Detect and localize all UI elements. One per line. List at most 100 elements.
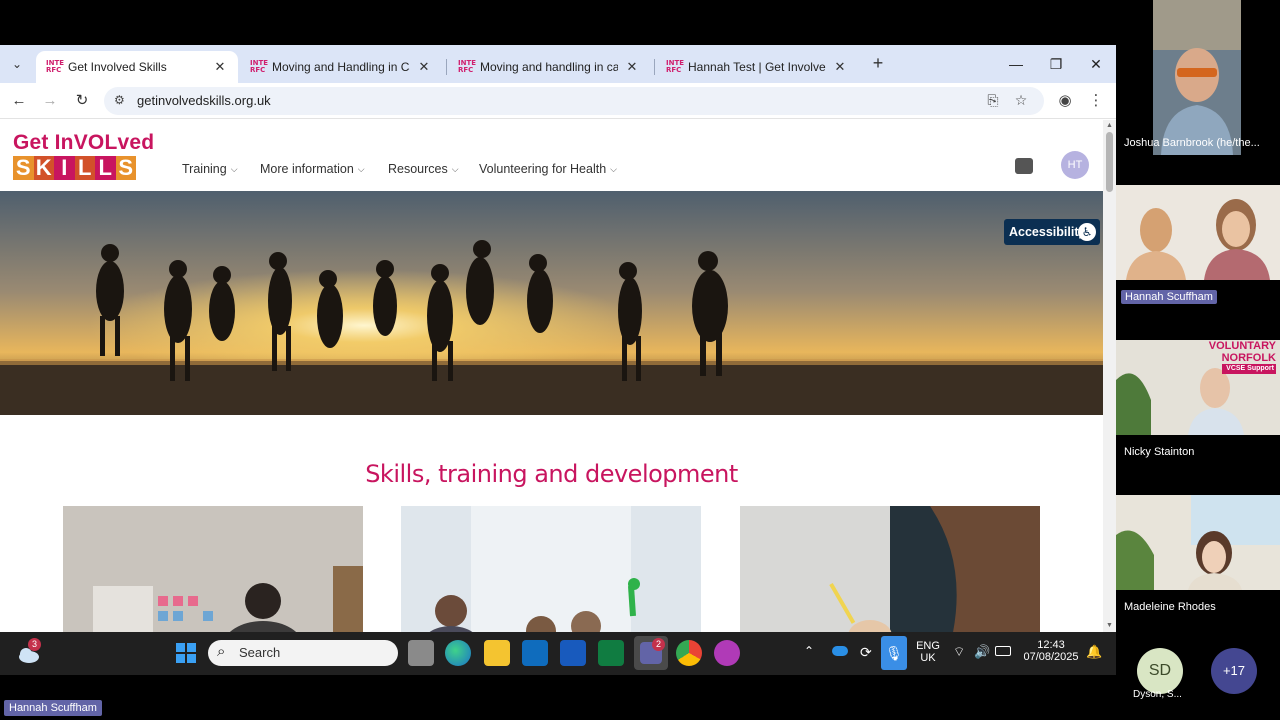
- tab-moving-handling-2[interactable]: INTERFC Moving and handling in care: A ✕: [448, 51, 650, 83]
- nav-label: Training: [182, 162, 227, 176]
- clock[interactable]: 12:43 07/08/2025: [1020, 639, 1082, 663]
- outlook-icon[interactable]: [522, 640, 548, 666]
- word-icon[interactable]: [560, 640, 586, 666]
- edge-browser-icon[interactable]: [445, 640, 471, 666]
- windows-taskbar: 3 ⌕ Search 2 ⌃ ⟳ 🎙 ENG UK ⌔ 🔊 12:43 07/0…: [0, 632, 1116, 675]
- close-tab-icon[interactable]: ✕: [624, 59, 640, 75]
- scroll-down-arrow-icon[interactable]: ▼: [1105, 622, 1114, 629]
- browser-window: ⌄ INTE RFC Get Involved Skills ✕ INTE RFC …: [0, 45, 1116, 632]
- close-tab-icon[interactable]: ✕: [832, 59, 848, 75]
- file-explorer-icon[interactable]: [484, 640, 510, 666]
- search-icon: ⌕: [217, 643, 226, 660]
- card-photo-classroom: [401, 506, 701, 632]
- participant-video-hannah[interactable]: [1116, 185, 1280, 280]
- nav-label: More information: [260, 162, 354, 176]
- new-tab-plus-icon[interactable]: +: [868, 53, 888, 73]
- nav-volunteering-for-health[interactable]: Volunteering for Health ⌵: [479, 162, 617, 176]
- page-scrollbar[interactable]: ▲ ▼: [1103, 120, 1116, 632]
- taskbar-search[interactable]: ⌕ Search: [208, 640, 398, 666]
- windows-start-icon[interactable]: [173, 640, 199, 666]
- chevron-down-icon: ⌵: [610, 163, 617, 174]
- scrollbar-thumb[interactable]: [1106, 132, 1113, 192]
- site-favicon-icon: INTE RFC: [458, 59, 477, 74]
- voluntary-norfolk-banner: VOLUNTARY NORFOLK VCSE Support: [1208, 340, 1280, 378]
- reload-icon[interactable]: ↻: [72, 91, 92, 111]
- language-indicator[interactable]: ENG UK: [914, 640, 942, 664]
- logo-letter: S: [115, 156, 136, 180]
- participant-video-madeleine[interactable]: [1116, 495, 1280, 590]
- tab-title: Moving and Handling in Care |: [272, 60, 410, 74]
- card-image-2[interactable]: [401, 506, 701, 632]
- tab-separator: [654, 59, 655, 75]
- tab-moving-handling-1[interactable]: INTERFC Moving and Handling in Care | ✕: [240, 51, 442, 83]
- tab-title: Get Involved Skills: [68, 60, 167, 74]
- search-placeholder: Search: [239, 645, 281, 660]
- close-tab-icon[interactable]: ✕: [212, 59, 228, 75]
- card-image-3[interactable]: [740, 506, 1040, 632]
- accessibility-label: Accessibility: [1009, 225, 1086, 239]
- tab-get-involved-skills[interactable]: INTE RFC Get Involved Skills ✕: [36, 51, 238, 83]
- participant-name: Joshua Barnbrook (he/the...: [1124, 137, 1260, 149]
- close-tab-icon[interactable]: ✕: [416, 59, 432, 75]
- web-page: Get InVOLved S K I L L S Training ⌵ More …: [0, 120, 1103, 632]
- battery-icon[interactable]: [995, 646, 1011, 656]
- microphone-icon[interactable]: 🎙: [881, 636, 907, 670]
- lang-line1: ENG: [916, 640, 940, 652]
- sync-icon[interactable]: ⟳: [860, 644, 872, 661]
- volume-icon[interactable]: 🔊: [974, 644, 990, 660]
- restore-icon[interactable]: ❐: [1044, 53, 1068, 75]
- card-image-1[interactable]: [63, 506, 363, 632]
- chrome-icon[interactable]: [676, 640, 702, 666]
- tab-search-chevron-icon[interactable]: ⌄: [6, 53, 28, 75]
- excel-icon[interactable]: [598, 640, 624, 666]
- notifications-bell-icon[interactable]: 🔔: [1086, 644, 1102, 660]
- show-hidden-icons-chevron-icon[interactable]: ⌃: [804, 644, 814, 658]
- task-view-icon[interactable]: [408, 640, 434, 666]
- hero-banner: [0, 191, 1103, 415]
- basket-icon[interactable]: [1015, 158, 1033, 174]
- participant-video-joshua[interactable]: [1153, 0, 1241, 155]
- participant-avatar-hannah: [1116, 185, 1280, 280]
- chevron-down-icon: ⌵: [230, 163, 238, 174]
- url-text: getinvolvedskills.org.uk: [137, 93, 271, 108]
- nav-training[interactable]: Training ⌵: [182, 162, 238, 176]
- user-avatar[interactable]: HT: [1061, 151, 1089, 179]
- participant-name: Nicky Stainton: [1124, 446, 1195, 458]
- card-photo-writing: [740, 506, 1040, 632]
- presenter-name-tag: Hannah Scuffham: [4, 700, 102, 716]
- nav-label: Resources: [388, 162, 448, 176]
- logo-line1: Get InVOLved: [13, 131, 155, 154]
- nav-more-information[interactable]: More information ⌵: [260, 162, 365, 176]
- more-participants-button[interactable]: +17: [1211, 648, 1257, 694]
- participant-video-nicky[interactable]: VOLUNTARY NORFOLK VCSE Support: [1116, 340, 1280, 435]
- accessibility-button[interactable]: Accessibility ♿: [1004, 219, 1100, 245]
- window-close-icon[interactable]: ✕: [1084, 53, 1108, 75]
- tab-hannah-test[interactable]: INTERFC Hannah Test | Get Involved Skil …: [656, 51, 858, 83]
- site-logo[interactable]: Get InVOLved S K I L L S: [13, 132, 158, 184]
- bookmark-star-icon[interactable]: ☆: [1012, 92, 1030, 110]
- address-bar[interactable]: ⚙ getinvolvedskills.org.uk ⎘ ☆: [104, 87, 1044, 115]
- wifi-icon[interactable]: ⌔: [953, 644, 965, 660]
- lang-line2: UK: [920, 652, 936, 664]
- screen: ⌄ INTE RFC Get Involved Skills ✕ INTE RFC …: [0, 0, 1280, 720]
- teams-badge: 2: [652, 638, 665, 651]
- nav-resources[interactable]: Resources ⌵: [388, 162, 459, 176]
- minimize-icon[interactable]: —: [1004, 53, 1028, 75]
- logo-letter: L: [74, 156, 95, 180]
- site-settings-icon[interactable]: ⚙: [114, 93, 128, 107]
- more-menu-icon[interactable]: ⋮: [1086, 91, 1106, 111]
- site-favicon-icon: INTE RFC: [666, 59, 685, 74]
- banner-line3: VCSE Support: [1222, 364, 1276, 374]
- clock-date: 07/08/2025: [1023, 651, 1079, 663]
- install-app-icon[interactable]: ⎘: [984, 92, 1002, 110]
- site-favicon-icon: INTE RFC: [250, 59, 269, 74]
- back-arrow-icon[interactable]: ←: [9, 91, 29, 111]
- forward-arrow-icon[interactable]: →: [40, 91, 60, 111]
- power-app-icon[interactable]: [714, 640, 740, 666]
- profile-icon[interactable]: ◉: [1055, 91, 1075, 111]
- participant-name-highlighted: Hannah Scuffham: [1121, 290, 1217, 304]
- participant-name: Madeleine Rhodes: [1124, 601, 1216, 613]
- overflow-participant-avatar[interactable]: SD: [1137, 648, 1183, 694]
- onedrive-cloud-icon[interactable]: [832, 646, 848, 656]
- scroll-up-arrow-icon[interactable]: ▲: [1105, 122, 1114, 129]
